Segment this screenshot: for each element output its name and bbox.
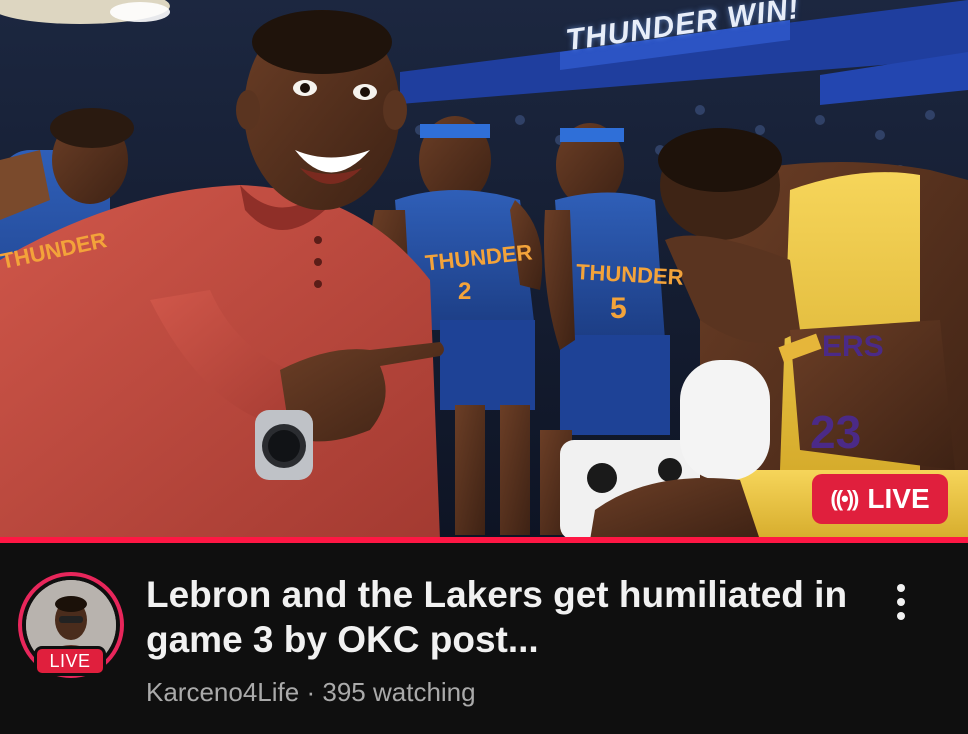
more-options-button[interactable] bbox=[884, 576, 918, 628]
channel-name[interactable]: Karceno4Life bbox=[146, 677, 299, 707]
jersey-number-right: 5 bbox=[610, 292, 627, 325]
ellipsis-dot bbox=[897, 598, 905, 606]
lakers-jersey-number: 23 bbox=[810, 406, 862, 458]
video-title[interactable]: Lebron and the Lakers get humiliated in … bbox=[146, 572, 866, 662]
video-metadata: Karceno4Life · 395 watching bbox=[146, 677, 476, 708]
radio-waves-icon: ((•)) bbox=[830, 486, 859, 511]
meta-separator: · bbox=[306, 677, 316, 707]
avatar-live-badge: LIVE bbox=[34, 646, 106, 676]
vertical-ellipsis-icon bbox=[897, 584, 905, 592]
viewer-count: 395 watching bbox=[322, 677, 476, 707]
live-progress-fill bbox=[0, 537, 968, 543]
video-thumbnail[interactable]: THUNDER WIN! THUNDER THUNDER 2 THUNDER 5… bbox=[0, 0, 968, 540]
live-badge: ((•)) LIVE bbox=[812, 474, 948, 524]
live-progress-bar[interactable] bbox=[0, 537, 968, 543]
ellipsis-dot bbox=[897, 612, 905, 620]
lakers-jersey-text: ERS bbox=[822, 330, 884, 363]
live-badge-label: LIVE bbox=[867, 483, 930, 514]
jersey-number-center: 2 bbox=[458, 278, 472, 305]
jersey-text-right: THUNDER bbox=[575, 259, 685, 290]
